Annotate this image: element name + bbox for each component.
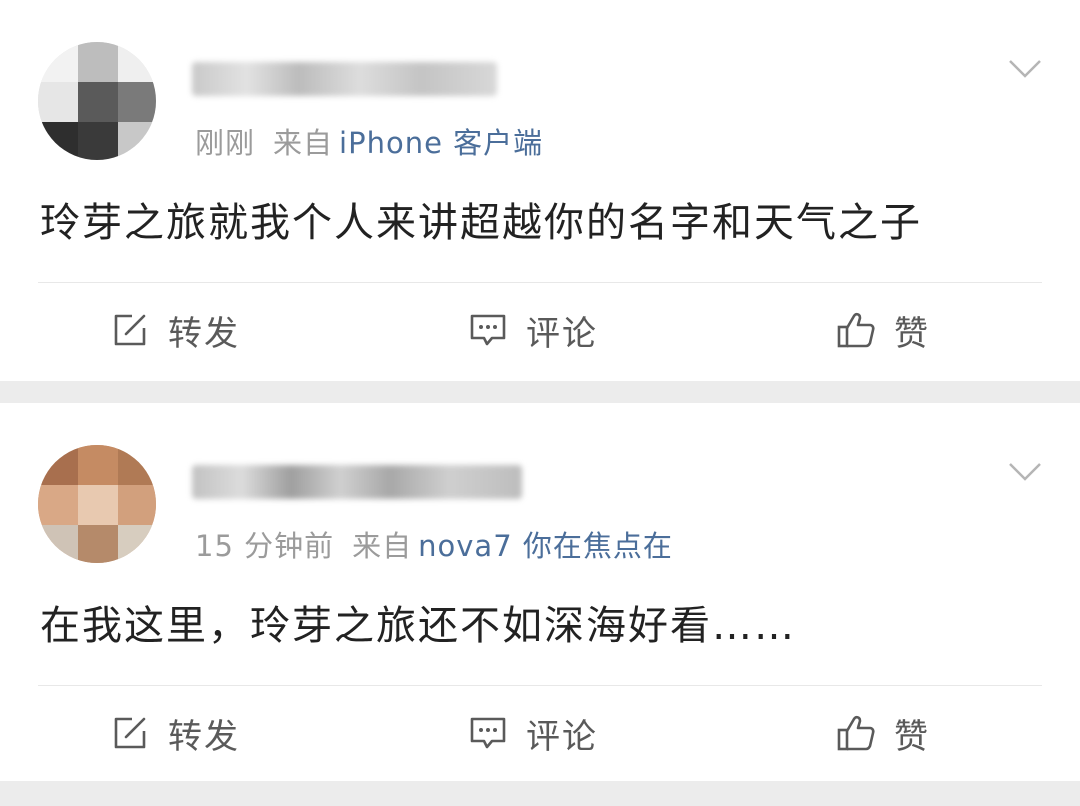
post-source-link[interactable]: nova7 你在焦点在 bbox=[418, 529, 673, 563]
comment-bubble-icon bbox=[470, 717, 506, 749]
from-label: 来自 bbox=[352, 529, 413, 563]
comment-button[interactable]: 评论 bbox=[468, 300, 598, 360]
post-time: 15 分钟前 bbox=[195, 529, 335, 563]
post-text: 玲芽之旅就我个人来讲超越你的名字和天气之子 bbox=[40, 200, 922, 246]
repost-label: 转发 bbox=[168, 313, 240, 354]
action-bar: 转发 评论 赞 bbox=[0, 703, 1080, 763]
like-button[interactable]: 赞 bbox=[836, 300, 930, 360]
comment-label: 评论 bbox=[526, 313, 598, 354]
avatar[interactable] bbox=[38, 445, 156, 563]
divider bbox=[38, 685, 1042, 686]
avatar[interactable] bbox=[38, 42, 156, 160]
divider bbox=[38, 282, 1042, 283]
thumbs-up-icon bbox=[837, 312, 875, 348]
chevron-down-icon[interactable] bbox=[1008, 461, 1042, 483]
from-label: 来自 bbox=[273, 126, 334, 160]
thumbs-up-icon bbox=[837, 715, 875, 751]
comment-button[interactable]: 评论 bbox=[468, 703, 598, 763]
post-text: 在我这里，玲芽之旅还不如深海好看…… bbox=[40, 603, 796, 649]
feed-separator bbox=[0, 781, 1080, 806]
post-card: 15 分钟前 来自 nova7 你在焦点在 在我这里，玲芽之旅还不如深海好看…… 转… bbox=[0, 403, 1080, 781]
post-time: 刚刚 bbox=[195, 126, 256, 160]
edit-square-icon bbox=[114, 314, 146, 346]
like-button[interactable]: 赞 bbox=[836, 703, 930, 763]
post-card: 刚刚 来自 iPhone 客户端 玲芽之旅就我个人来讲超越你的名字和天气之子 转发 … bbox=[0, 0, 1080, 381]
comment-bubble-icon bbox=[470, 314, 506, 346]
post-meta: 刚刚 来自 iPhone 客户端 bbox=[195, 120, 543, 162]
post-source-link[interactable]: iPhone 客户端 bbox=[339, 126, 543, 160]
comment-label: 评论 bbox=[526, 716, 598, 757]
like-label: 赞 bbox=[894, 716, 930, 757]
action-bar: 转发 评论 赞 bbox=[0, 300, 1080, 360]
repost-button[interactable]: 转发 bbox=[110, 300, 240, 360]
edit-square-icon bbox=[114, 717, 146, 749]
repost-label: 转发 bbox=[168, 716, 240, 757]
username-redacted[interactable] bbox=[192, 62, 497, 96]
repost-button[interactable]: 转发 bbox=[110, 703, 240, 763]
post-meta: 15 分钟前 来自 nova7 你在焦点在 bbox=[195, 523, 673, 565]
chevron-down-icon[interactable] bbox=[1008, 58, 1042, 80]
username-redacted[interactable] bbox=[192, 465, 522, 499]
like-label: 赞 bbox=[894, 313, 930, 354]
